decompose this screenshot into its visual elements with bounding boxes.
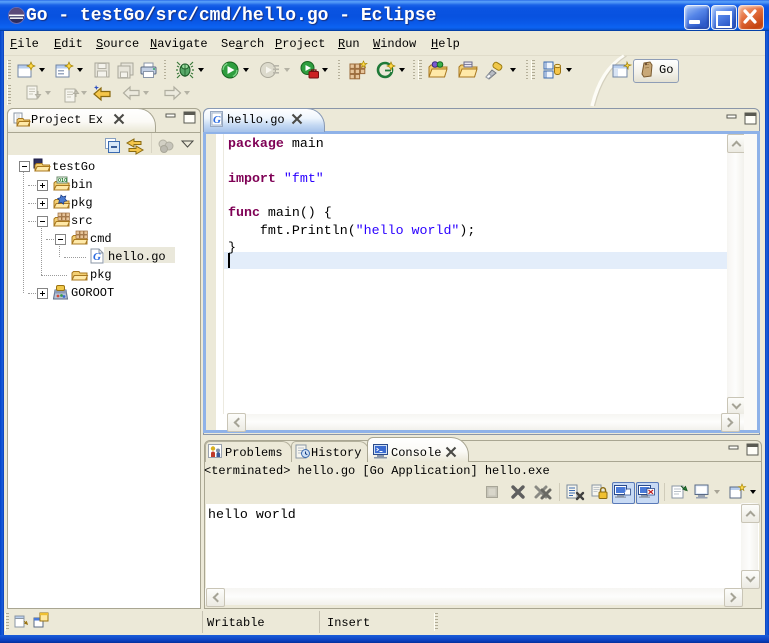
svg-text:G: G [213,114,221,126]
svg-text:010: 010 [58,178,67,184]
svg-text:G: G [93,251,101,263]
